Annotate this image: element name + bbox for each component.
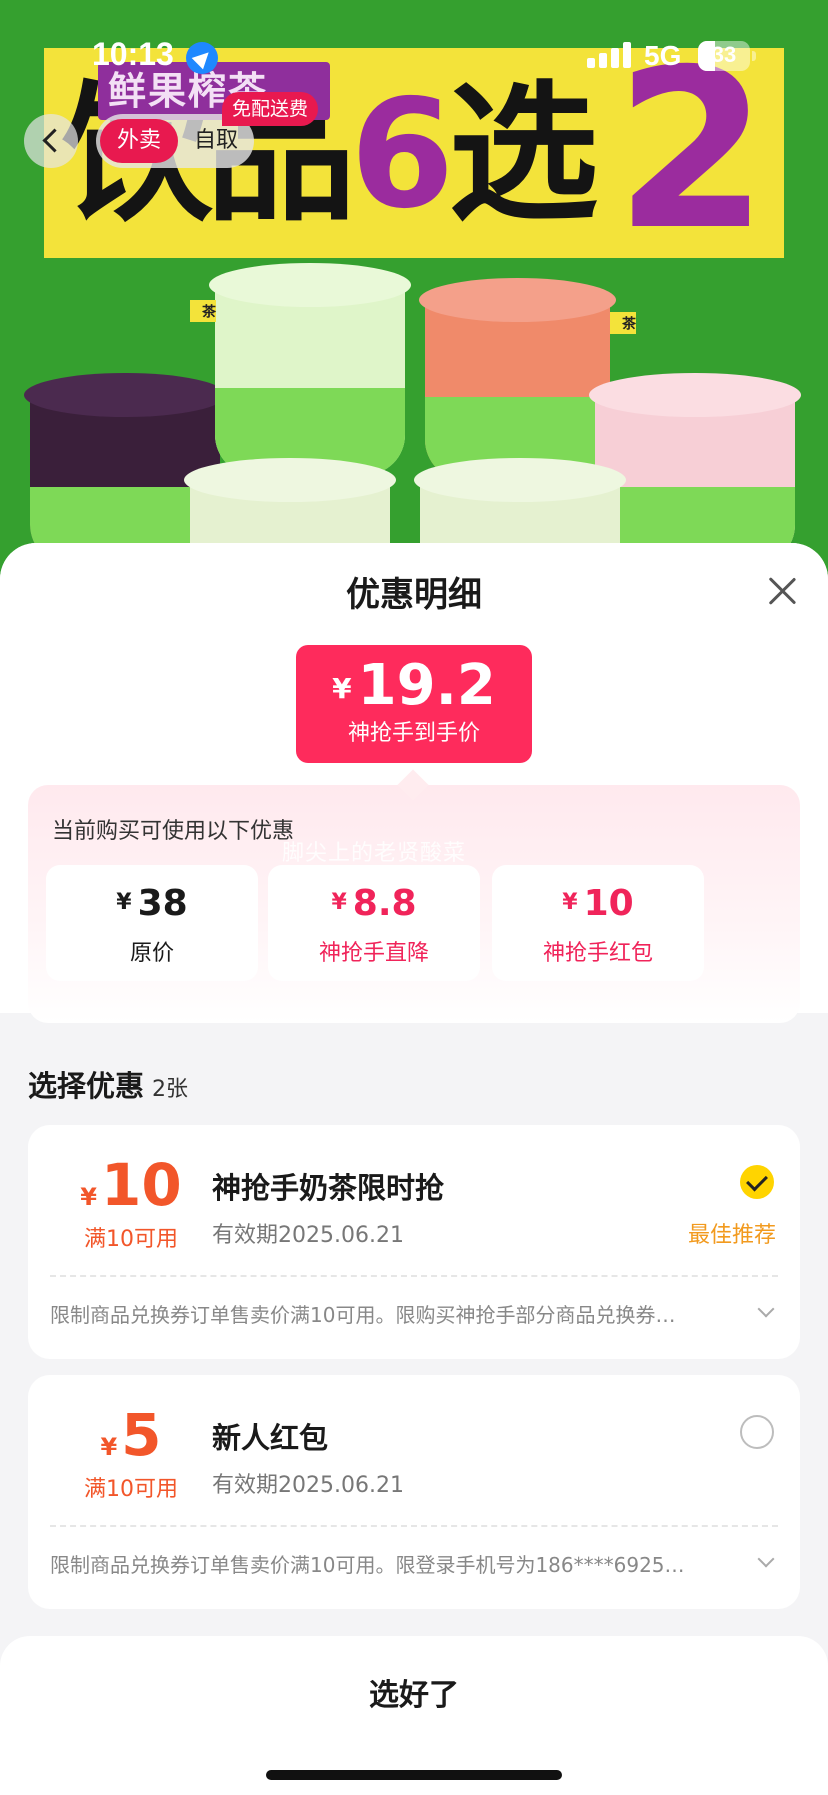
battery-icon: 33 — [698, 41, 756, 71]
red-packet-value: 10 — [583, 883, 634, 924]
coupon-description: 限制商品兑换券订单售卖价满10可用。限登录手机号为186****6925… — [50, 1553, 685, 1577]
final-price: ¥19.2 — [332, 653, 496, 718]
direct-discount-value: 8.8 — [352, 883, 417, 924]
red-packet-card: ¥10 神抢手红包 — [492, 865, 704, 981]
drink-label-tag: 茶 — [610, 312, 636, 334]
coupon-amount: ¥10 — [80, 1151, 182, 1219]
original-price-value: 38 — [137, 883, 188, 924]
breakdown-hint: 当前购买可使用以下优惠 — [52, 819, 295, 844]
network-type: 5G — [644, 40, 682, 71]
checkmark-selected-icon[interactable] — [740, 1165, 774, 1199]
dashed-divider — [50, 1525, 778, 1527]
direct-discount-label: 神抢手直降 — [318, 941, 429, 966]
status-time: 10:13 — [92, 36, 174, 72]
battery-level: 33 — [711, 42, 737, 67]
red-packet-label: 神抢手红包 — [542, 941, 653, 966]
free-delivery-badge: 免配送费 — [222, 92, 319, 126]
dashed-divider — [50, 1275, 778, 1277]
tab-delivery[interactable]: 外卖 — [100, 119, 178, 163]
coupon-name: 神抢手奶茶限时抢 — [212, 1171, 445, 1205]
select-coupon-heading: 选择优惠 2张 — [28, 1069, 189, 1103]
location-arrow-icon — [186, 42, 218, 74]
best-recommend-tag: 最佳推荐 — [687, 1223, 776, 1248]
signal-icon — [587, 42, 631, 68]
coupon-count: 2张 — [152, 1077, 189, 1102]
close-icon[interactable] — [766, 575, 798, 607]
coupon-validity: 有效期2025.06.21 — [212, 1473, 404, 1498]
direct-discount-card: ¥8.8 神抢手直降 — [268, 865, 480, 981]
coupon-description: 限制商品兑换券订单售卖价满10可用。限购买神抢手部分商品兑换券… — [50, 1303, 676, 1327]
coupon-validity: 有效期2025.06.21 — [212, 1223, 404, 1248]
coupon-card[interactable]: ¥5 满10可用 新人红包 有效期2025.06.21 限制商品兑换券订单售卖价… — [28, 1375, 800, 1609]
confirm-button[interactable]: 选好了 — [0, 1636, 828, 1756]
home-indicator — [266, 1770, 562, 1780]
final-price-box: ¥19.2 神抢手到手价 — [296, 645, 532, 763]
original-price-card: ¥38 原价 — [46, 865, 258, 981]
drink-cup-image — [419, 278, 616, 480]
discount-detail-sheet: 优惠明细 ¥19.2 神抢手到手价 当前购买可使用以下优惠 脚尖上的老贤酸菜 ¥… — [0, 543, 828, 1795]
coupon-amount: ¥5 — [100, 1401, 162, 1469]
sheet-title: 优惠明细 — [346, 575, 482, 615]
chevron-down-icon[interactable] — [757, 1300, 775, 1318]
radio-unselected-icon[interactable] — [740, 1415, 774, 1449]
coupon-name: 新人红包 — [212, 1421, 329, 1455]
status-bar: 10:13 5G 33 — [0, 0, 828, 110]
coupon-condition: 满10可用 — [84, 1477, 178, 1502]
discount-breakdown-panel: 当前购买可使用以下优惠 脚尖上的老贤酸菜 ¥38 原价 - ¥8.8 神抢手直降… — [28, 785, 800, 1023]
drink-label-tag: 茶 — [190, 300, 216, 322]
final-price-caption: 神抢手到手价 — [347, 721, 480, 746]
original-price-label: 原价 — [129, 941, 174, 966]
watermark-text: 脚尖上的老贤酸菜 — [282, 841, 467, 866]
coupon-card[interactable]: ¥10 满10可用 神抢手奶茶限时抢 有效期2025.06.21 最佳推荐 限制… — [28, 1125, 800, 1359]
chevron-down-icon[interactable] — [757, 1550, 775, 1568]
coupon-condition: 满10可用 — [84, 1227, 178, 1252]
drink-cup-image — [209, 263, 411, 475]
back-button[interactable] — [24, 114, 78, 168]
